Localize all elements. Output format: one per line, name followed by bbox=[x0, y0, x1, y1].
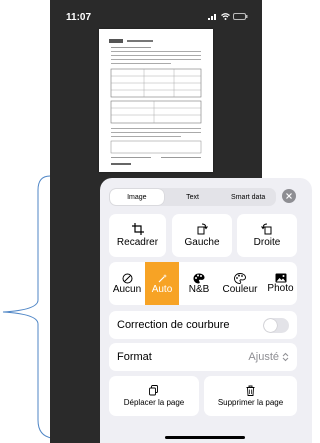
format-value: Ajusté bbox=[248, 351, 279, 363]
format-label: Format bbox=[117, 351, 152, 363]
rotate-right-label: Droite bbox=[253, 237, 281, 248]
rotate-left-icon bbox=[197, 223, 208, 235]
annotation-bracket bbox=[2, 175, 52, 439]
palette-outline-icon bbox=[234, 272, 246, 284]
rotate-left-button[interactable]: Gauche bbox=[172, 214, 232, 257]
curve-correction-toggle[interactable] bbox=[263, 317, 289, 333]
no-filter-icon bbox=[122, 273, 132, 283]
filter-strip: Aucun Auto N&B Couleur Photo bbox=[109, 262, 297, 305]
tab-text[interactable]: Text bbox=[166, 189, 220, 205]
palette-icon bbox=[193, 273, 205, 283]
filter-auto-label: Auto bbox=[151, 283, 173, 295]
move-page-label: Déplacer la page bbox=[123, 398, 185, 407]
filter-color-label: Couleur bbox=[222, 283, 258, 295]
crop-icon bbox=[131, 223, 144, 235]
delete-page-button[interactable]: Supprimer la page bbox=[204, 376, 297, 416]
move-page-button[interactable]: Déplacer la page bbox=[109, 376, 199, 416]
status-icons bbox=[208, 13, 248, 20]
close-button[interactable] bbox=[282, 189, 296, 203]
photo-icon bbox=[275, 273, 286, 283]
filter-none-button[interactable]: Aucun bbox=[109, 262, 145, 305]
crop-button[interactable]: Recadrer bbox=[109, 214, 166, 257]
trash-icon bbox=[246, 385, 255, 396]
mode-segmented-control: Image Text Smart data bbox=[109, 188, 276, 206]
curve-correction-label: Correction de courbure bbox=[117, 319, 230, 331]
filter-none-label: Aucun bbox=[112, 283, 142, 295]
move-page-icon bbox=[149, 385, 158, 396]
status-time: 11:07 bbox=[66, 12, 92, 23]
rotate-right-button[interactable]: Droite bbox=[237, 214, 297, 257]
chevron-updown-icon bbox=[282, 352, 289, 362]
filter-photo-label: Photo bbox=[267, 283, 294, 294]
format-row[interactable]: Format Ajusté bbox=[109, 343, 297, 371]
phone-screen: 11:07 Image Text Smart data Recadrer Gau… bbox=[50, 0, 312, 443]
tab-image[interactable]: Image bbox=[110, 189, 164, 205]
edit-panel: Image Text Smart data Recadrer Gauche Dr… bbox=[100, 178, 312, 443]
tab-smart-data[interactable]: Smart data bbox=[221, 189, 275, 205]
document-preview[interactable] bbox=[99, 29, 213, 172]
filter-bw-label: N&B bbox=[188, 283, 210, 295]
filter-color-button[interactable]: Couleur bbox=[217, 262, 263, 305]
filter-auto-button[interactable]: Auto bbox=[145, 262, 179, 305]
magic-wand-icon bbox=[158, 273, 167, 282]
close-icon bbox=[286, 193, 292, 199]
filter-bw-button[interactable]: N&B bbox=[182, 262, 216, 305]
delete-page-label: Supprimer la page bbox=[217, 398, 284, 407]
filter-photo-button[interactable]: Photo bbox=[264, 262, 297, 305]
home-indicator bbox=[165, 436, 245, 439]
crop-label: Recadrer bbox=[116, 237, 159, 248]
wifi-icon bbox=[221, 13, 230, 20]
toggle-knob bbox=[264, 318, 277, 332]
format-value-group: Ajusté bbox=[248, 351, 289, 363]
curve-correction-row: Correction de courbure bbox=[109, 311, 297, 339]
signal-icon bbox=[208, 14, 216, 20]
rotate-right-icon bbox=[261, 223, 272, 235]
rotate-left-label: Gauche bbox=[184, 237, 220, 248]
battery-icon bbox=[233, 13, 248, 20]
